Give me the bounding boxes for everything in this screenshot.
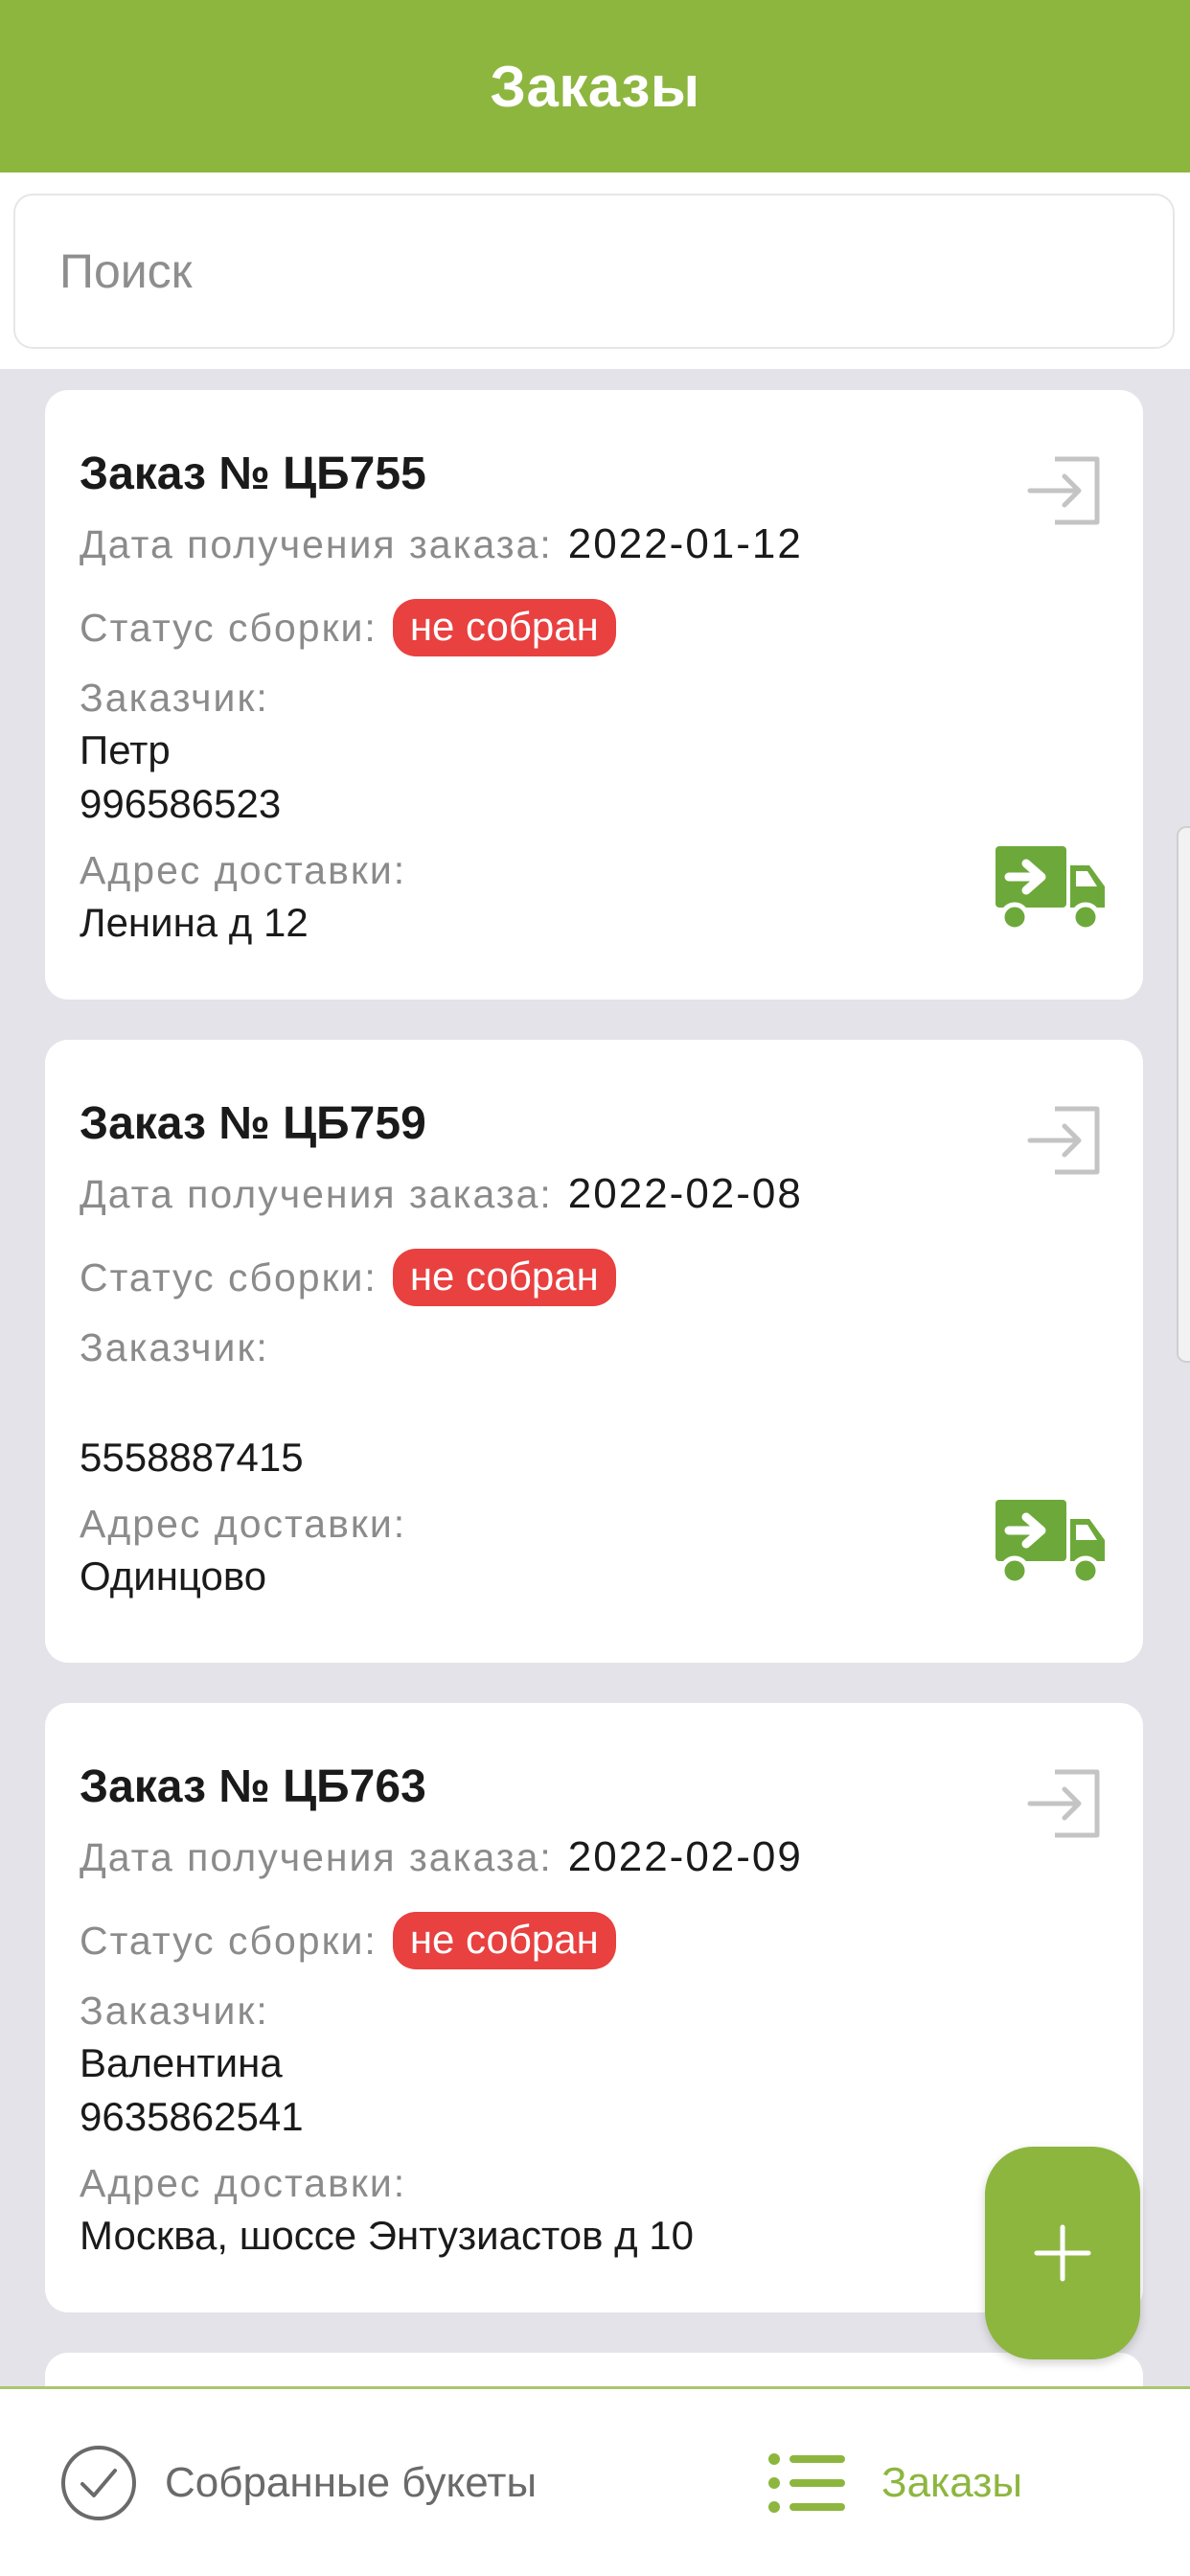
search-bar [0, 172, 1190, 369]
open-order-icon[interactable] [1022, 1097, 1109, 1184]
address-label: Адрес доставки: [80, 2161, 407, 2205]
order-status-label: Статус сборки: [80, 605, 378, 650]
address-value: Одинцово [80, 1553, 267, 1598]
nav-item-orders[interactable]: Заказы [767, 2389, 1022, 2576]
page-title: Заказы [490, 54, 700, 119]
app-bar: Заказы [0, 0, 1190, 172]
address-label: Адрес доставки: [80, 848, 407, 892]
bottom-nav: Собранные букеты Заказы [0, 2386, 1190, 2576]
order-status-label: Статус сборки: [80, 1918, 378, 1963]
delivery-truck-icon[interactable] [994, 1494, 1109, 1590]
order-status-row: Статус сборки: не собран [80, 1912, 616, 1969]
order-date-value: 2022-01-12 [567, 520, 803, 567]
delivery-truck-icon[interactable] [994, 840, 1109, 936]
order-title: Заказ № ЦБ755 [80, 448, 426, 499]
customer-name: Валентина [80, 2040, 283, 2085]
order-date-value: 2022-02-08 [567, 1170, 803, 1217]
open-order-icon[interactable] [1022, 1760, 1109, 1847]
order-card[interactable] [45, 2353, 1143, 2386]
list-icon [768, 2452, 845, 2513]
order-date-row: Дата получения заказа: 2022-01-12 [80, 520, 803, 568]
open-order-icon[interactable] [1022, 448, 1109, 534]
customer-label: Заказчик: [80, 1989, 269, 2033]
order-status-row: Статус сборки: не собран [80, 1249, 616, 1306]
customer-label: Заказчик: [80, 1325, 269, 1369]
order-card[interactable]: Заказ № ЦБ759 Дата получения заказа: 202… [45, 1040, 1143, 1663]
status-badge: не собран [392, 599, 616, 656]
order-date-row: Дата получения заказа: 2022-02-08 [80, 1170, 803, 1218]
address-value: Москва, шоссе Энтузиастов д 10 [80, 2213, 694, 2258]
order-date-label: Дата получения заказа: [80, 521, 553, 566]
orders-list[interactable]: Заказ № ЦБ755 Дата получения заказа: 202… [0, 369, 1190, 2386]
order-status-row: Статус сборки: не собран [80, 599, 616, 656]
order-date-label: Дата получения заказа: [80, 1171, 553, 1216]
check-circle-icon [61, 2445, 136, 2520]
order-date-label: Дата получения заказа: [80, 1834, 553, 1879]
scroll-edge-handle[interactable] [1177, 826, 1190, 1363]
order-card[interactable]: Заказ № ЦБ763 Дата получения заказа: 202… [45, 1703, 1143, 2312]
address-value: Ленина д 12 [80, 900, 309, 945]
customer-label: Заказчик: [80, 676, 269, 720]
customer-phone: 9635862541 [80, 2094, 304, 2139]
customer-name: Петр [80, 727, 171, 772]
customer-phone: 5558887415 [80, 1435, 304, 1480]
order-title: Заказ № ЦБ759 [80, 1098, 426, 1149]
add-order-button[interactable] [985, 2147, 1140, 2359]
search-input[interactable] [13, 194, 1175, 349]
status-badge: не собран [392, 1249, 616, 1306]
status-badge: не собран [392, 1912, 616, 1969]
order-card[interactable]: Заказ № ЦБ755 Дата получения заказа: 202… [45, 390, 1143, 1000]
nav-label: Собранные букеты [165, 2458, 538, 2506]
order-title: Заказ № ЦБ763 [80, 1761, 426, 1812]
nav-item-collected-bouquets[interactable]: Собранные букеты [59, 2389, 537, 2576]
address-label: Адрес доставки: [80, 1502, 407, 1546]
order-date-value: 2022-02-09 [567, 1833, 803, 1880]
customer-phone: 996586523 [80, 781, 282, 826]
order-status-label: Статус сборки: [80, 1254, 378, 1300]
order-date-row: Дата получения заказа: 2022-02-09 [80, 1833, 803, 1881]
plus-icon [1034, 2224, 1091, 2282]
nav-label: Заказы [881, 2458, 1023, 2506]
